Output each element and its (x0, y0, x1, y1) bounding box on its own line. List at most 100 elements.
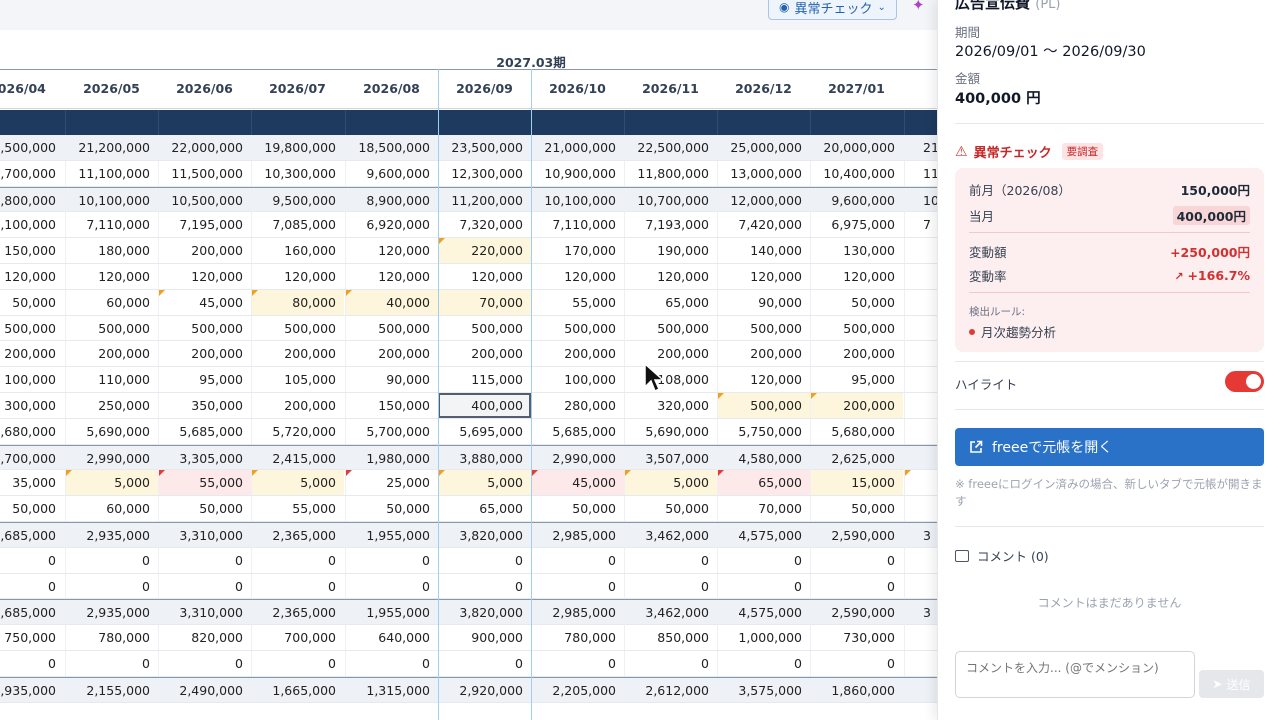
table-cell[interactable]: 5,750,000 (717, 418, 810, 444)
table-cell[interactable]: 200,000 (438, 341, 531, 367)
table-cell[interactable]: 25,000,000 (717, 135, 810, 160)
table-cell[interactable]: 350,000 (158, 393, 251, 418)
table-cell[interactable]: 5,000 (624, 470, 717, 496)
sparkle-icon[interactable]: ✦ (912, 0, 932, 16)
table-cell[interactable]: 120,000 (531, 264, 624, 289)
table-cell[interactable]: 5,000 (251, 470, 344, 496)
table-cell[interactable]: 50,000 (624, 496, 717, 522)
table-cell[interactable]: 3,575,000 (717, 677, 810, 703)
open-ledger-button[interactable]: freeeで元帳を開く (955, 428, 1264, 466)
table-cell[interactable]: 2,990,000 (531, 445, 624, 471)
table-cell[interactable]: 11,800,000 (624, 160, 717, 186)
table-cell[interactable]: 120,000 (158, 264, 251, 289)
table-cell[interactable]: 65,000 (717, 470, 810, 496)
table-cell[interactable]: 3,305,000 (158, 445, 251, 471)
table-cell[interactable]: 200,000 (0, 341, 64, 366)
comment-input[interactable] (955, 651, 1195, 698)
table-cell[interactable]: 35,000 (0, 470, 64, 495)
table-cell[interactable]: 2,985,000 (531, 600, 624, 626)
table-cell[interactable]: 11,200,000 (438, 187, 531, 213)
table-cell[interactable]: 50,000 (158, 496, 251, 522)
table-cell[interactable]: 5,000 (438, 470, 531, 496)
table-cell[interactable]: 5,685,000 (531, 418, 624, 444)
table-cell[interactable]: 170,000 (531, 238, 624, 264)
table-cell[interactable]: 2,415,000 (251, 445, 344, 471)
table-cell[interactable]: 0 (717, 547, 810, 573)
table-cell[interactable]: 640,000 (345, 625, 438, 651)
table-cell[interactable]: 50,000 (0, 290, 64, 315)
table-cell-partial[interactable] (904, 470, 937, 496)
table-cell[interactable]: 200,000 (810, 393, 903, 418)
table-cell[interactable]: 850,000 (624, 625, 717, 651)
table-cell[interactable]: 22,000,000 (158, 135, 251, 160)
table-cell[interactable]: 0 (345, 651, 438, 676)
table-cell[interactable]: 100,000 (531, 367, 624, 393)
table-cell[interactable]: 120,000 (0, 264, 64, 289)
table-cell[interactable]: 2,685,000 (0, 600, 64, 625)
table-cell[interactable]: 0 (438, 547, 531, 573)
table-cell-partial[interactable]: 3 (904, 600, 937, 626)
table-cell[interactable]: 700,000 (251, 625, 344, 651)
table-cell[interactable]: 2,990,000 (65, 445, 158, 471)
table-cell[interactable]: 2,625,000 (810, 445, 903, 471)
table-cell[interactable]: 95,000 (158, 367, 251, 393)
table-cell[interactable]: 8,900,000 (345, 187, 438, 213)
table-cell[interactable]: 160,000 (251, 238, 344, 264)
table-cell[interactable]: 2,985,000 (531, 523, 624, 548)
table-cell[interactable]: 50,000 (810, 289, 903, 315)
table-cell[interactable]: 150,000 (0, 238, 64, 263)
table-cell[interactable]: 300,000 (0, 393, 64, 418)
table-cell[interactable]: 0 (531, 651, 624, 676)
table-cell[interactable]: 0 (624, 573, 717, 599)
table-cell[interactable]: 0 (158, 573, 251, 599)
table-cell[interactable]: 320,000 (624, 393, 717, 418)
table-cell[interactable]: 120,000 (65, 264, 158, 289)
table-cell[interactable]: 2,700,000 (0, 446, 64, 471)
table-cell[interactable]: 130,000 (810, 238, 903, 264)
table-cell[interactable]: 0 (158, 547, 251, 573)
table-cell-partial[interactable] (904, 418, 937, 444)
table-cell[interactable]: 2,155,000 (65, 677, 158, 703)
table-cell[interactable]: 0 (251, 573, 344, 599)
table-cell[interactable]: 50,000 (810, 496, 903, 522)
table-cell[interactable]: 10,300,000 (251, 160, 344, 186)
table-cell[interactable]: 7,110,000 (65, 212, 158, 238)
table-cell[interactable]: 115,000 (438, 367, 531, 393)
table-cell-partial[interactable]: 10 (904, 187, 937, 213)
table-cell[interactable]: 500,000 (0, 316, 64, 341)
table-cell[interactable]: 2,935,000 (65, 600, 158, 626)
table-cell[interactable]: 10,900,000 (531, 160, 624, 186)
table-cell[interactable]: 100,000 (0, 367, 64, 392)
table-cell[interactable]: 180,000 (65, 238, 158, 264)
table-cell[interactable]: 1,935,000 (0, 678, 64, 703)
table-cell[interactable]: 2,365,000 (251, 523, 344, 548)
table-cell[interactable]: 105,000 (251, 367, 344, 393)
table-cell[interactable]: 3,880,000 (438, 445, 531, 471)
table-cell[interactable]: 2,935,000 (65, 523, 158, 548)
table-cell[interactable]: 1,000,000 (717, 625, 810, 651)
table-cell[interactable]: 4,580,000 (717, 445, 810, 471)
table-cell[interactable]: 780,000 (531, 625, 624, 651)
table-cell[interactable]: 0 (251, 547, 344, 573)
table-cell[interactable]: 22,500,000 (624, 135, 717, 160)
table-cell[interactable]: 500,000 (65, 315, 158, 341)
table-cell[interactable]: 2,205,000 (531, 677, 624, 703)
table-cell[interactable]: 108,000 (624, 367, 717, 393)
table-cell[interactable]: 120,000 (251, 264, 344, 289)
table-cell[interactable]: 900,000 (438, 625, 531, 651)
table-cell[interactable]: 3,507,000 (624, 445, 717, 471)
table-cell[interactable]: 500,000 (717, 315, 810, 341)
table-cell[interactable]: 21,200,000 (65, 135, 158, 160)
table-cell[interactable]: 500,000 (251, 315, 344, 341)
table-cell[interactable]: 730,000 (810, 625, 903, 651)
table-cell[interactable]: 10,100,000 (531, 187, 624, 213)
table-cell[interactable]: 7,193,000 (624, 212, 717, 238)
table-cell-partial[interactable] (904, 496, 937, 522)
table-cell[interactable]: 15,000 (810, 470, 903, 496)
table-cell[interactable]: 500,000 (717, 393, 810, 418)
table-cell[interactable]: 12,300,000 (438, 160, 531, 186)
table-cell[interactable]: 0 (624, 651, 717, 676)
table-cell[interactable]: 280,000 (531, 393, 624, 418)
table-cell[interactable]: 13,000,000 (717, 160, 810, 186)
table-cell[interactable]: 190,000 (624, 238, 717, 264)
